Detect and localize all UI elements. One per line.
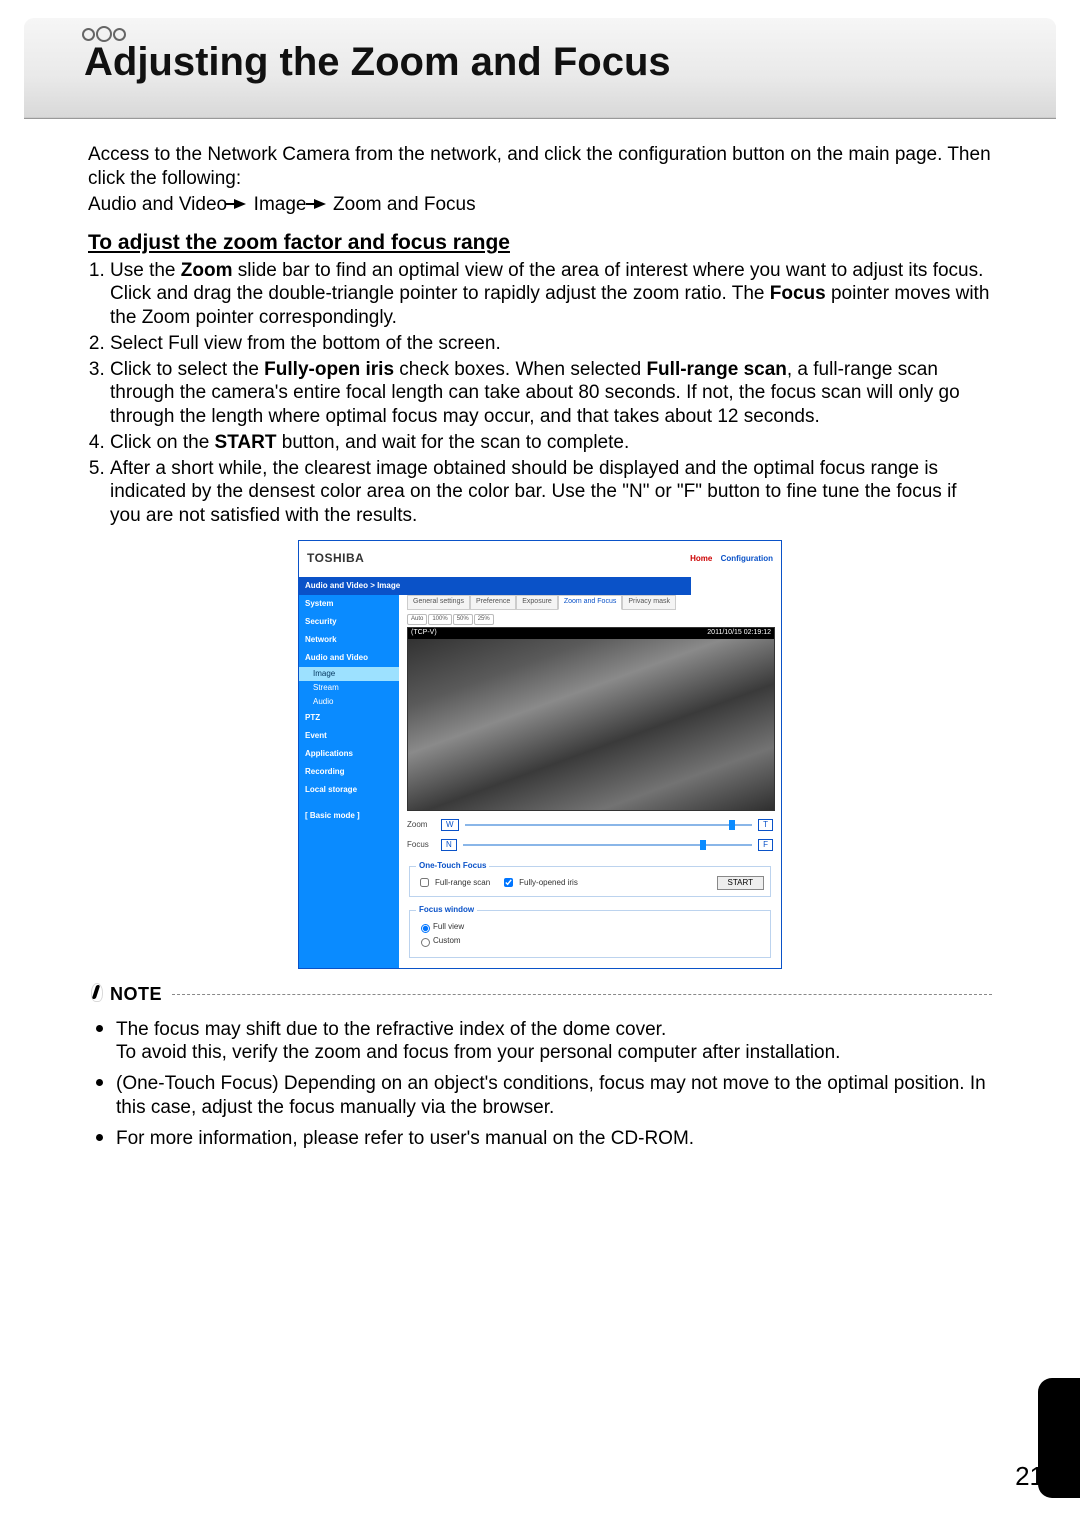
breadcrumb: Audio and Video > Image (299, 577, 691, 595)
focus-label: Focus (407, 840, 435, 850)
note-header: NOTE (88, 983, 992, 1006)
sidebar-item-ptz[interactable]: PTZ (299, 709, 399, 727)
sidebar-sub-stream[interactable]: Stream (299, 681, 399, 695)
tab-preference[interactable]: Preference (470, 595, 516, 610)
sidebar-item-audio-video[interactable]: Audio and Video (299, 649, 399, 667)
step-3: Click to select the Fully-open iris chec… (110, 358, 992, 429)
camera-preview: (TCP-V) 2011/10/15 02:19:12 (407, 627, 775, 811)
zoom-25[interactable]: 25% (474, 614, 494, 626)
page-title: Adjusting the Zoom and Focus (84, 40, 671, 85)
path-step-1: Audio and Video (88, 194, 227, 215)
sidebar-item-local-storage[interactable]: Local storage (299, 781, 399, 799)
zoom-wide-button[interactable]: W (441, 819, 459, 831)
start-button[interactable]: START (717, 876, 764, 890)
note-title: NOTE (110, 983, 162, 1006)
path-step-2: Image (254, 194, 307, 215)
focus-slider[interactable] (463, 844, 752, 846)
path-step-3: Zoom and Focus (333, 194, 476, 215)
zoom-auto[interactable]: Auto (407, 614, 427, 626)
sidebar-item-event[interactable]: Event (299, 727, 399, 745)
one-touch-focus-legend: One-Touch Focus (416, 861, 489, 871)
zoom-label: Zoom (407, 820, 435, 830)
fully-opened-iris-checkbox[interactable]: Fully-opened iris (500, 875, 578, 890)
page-content: Access to the Network Camera from the ne… (0, 119, 1080, 1150)
page-edge-tab (1038, 1378, 1080, 1498)
step-1: Use the Zoom slide bar to find an optima… (110, 259, 992, 330)
sidebar-item-network[interactable]: Network (299, 631, 399, 649)
intro-paragraph: Access to the Network Camera from the ne… (88, 143, 992, 191)
instruction-steps: Use the Zoom slide bar to find an optima… (88, 259, 992, 528)
zoom-buttons: Auto 100% 50% 25% (407, 614, 773, 626)
zoom-slider-row: Zoom W T (407, 819, 773, 831)
sidebar-item-system[interactable]: System (299, 595, 399, 613)
sidebar-item-recording[interactable]: Recording (299, 763, 399, 781)
tab-exposure[interactable]: Exposure (516, 595, 558, 610)
home-link[interactable]: Home (690, 554, 712, 563)
tab-zoom-focus[interactable]: Zoom and Focus (558, 595, 623, 610)
configuration-link[interactable]: Configuration (721, 554, 773, 563)
arrow-icon (234, 199, 246, 209)
full-range-scan-checkbox[interactable]: Full-range scan (416, 875, 490, 890)
note-icon (88, 983, 106, 1005)
tab-general-settings[interactable]: General settings (407, 595, 470, 610)
note-item: For more information, please refer to us… (116, 1123, 992, 1151)
sidebar-item-security[interactable]: Security (299, 613, 399, 631)
zoom-tele-button[interactable]: T (758, 819, 773, 831)
sidebar-sub-image[interactable]: Image (299, 667, 399, 681)
focus-slider-row: Focus N F (407, 839, 773, 851)
step-4: Click on the START button, and wait for … (110, 431, 992, 455)
note-list: The focus may shift due to the refractiv… (98, 1014, 992, 1151)
focus-window-legend: Focus window (416, 905, 477, 915)
configuration-screenshot: TOSHIBA Home Configuration Audio and Vid… (298, 540, 782, 969)
focus-near-button[interactable]: N (441, 839, 457, 851)
zoom-100[interactable]: 100% (428, 614, 451, 626)
main-panel: General settings Preference Exposure Zoo… (399, 577, 781, 968)
note-item: The focus may shift due to the refractiv… (116, 1014, 992, 1066)
focus-window-group: Focus window Full view Custom (409, 905, 771, 958)
page-header: Adjusting the Zoom and Focus (24, 18, 1056, 119)
step-5: After a short while, the clearest image … (110, 457, 992, 528)
brand-logo: TOSHIBA (307, 551, 364, 566)
sidebar: Audio and Video > Image System Security … (299, 577, 399, 968)
note-item: (One-Touch Focus) Depending on an object… (116, 1068, 992, 1120)
basic-mode-link[interactable]: [ Basic mode ] (299, 805, 399, 827)
page-number: 21 (1015, 1461, 1044, 1492)
section-subheading: To adjust the zoom factor and focus rang… (88, 230, 992, 256)
sidebar-item-applications[interactable]: Applications (299, 745, 399, 763)
focus-window-full-view[interactable]: Full view (416, 921, 764, 933)
tab-bar: General settings Preference Exposure Zoo… (407, 595, 773, 610)
focus-window-custom[interactable]: Custom (416, 935, 764, 947)
zoom-slider[interactable] (465, 824, 753, 826)
navigation-path: Audio and Video Image Zoom and Focus (88, 193, 992, 217)
focus-far-button[interactable]: F (758, 839, 773, 851)
step-2: Select Full view from the bottom of the … (110, 332, 992, 356)
sidebar-sub-audio[interactable]: Audio (299, 695, 399, 709)
overlay-protocol: (TCP-V) (411, 629, 437, 638)
note-divider (172, 994, 992, 995)
overlay-timestamp: 2011/10/15 02:19:12 (707, 629, 771, 638)
arrow-icon (314, 199, 326, 209)
tab-privacy-mask[interactable]: Privacy mask (622, 595, 676, 610)
zoom-50[interactable]: 50% (453, 614, 473, 626)
one-touch-focus-group: One-Touch Focus Full-range scan Fully-op… (409, 861, 771, 897)
